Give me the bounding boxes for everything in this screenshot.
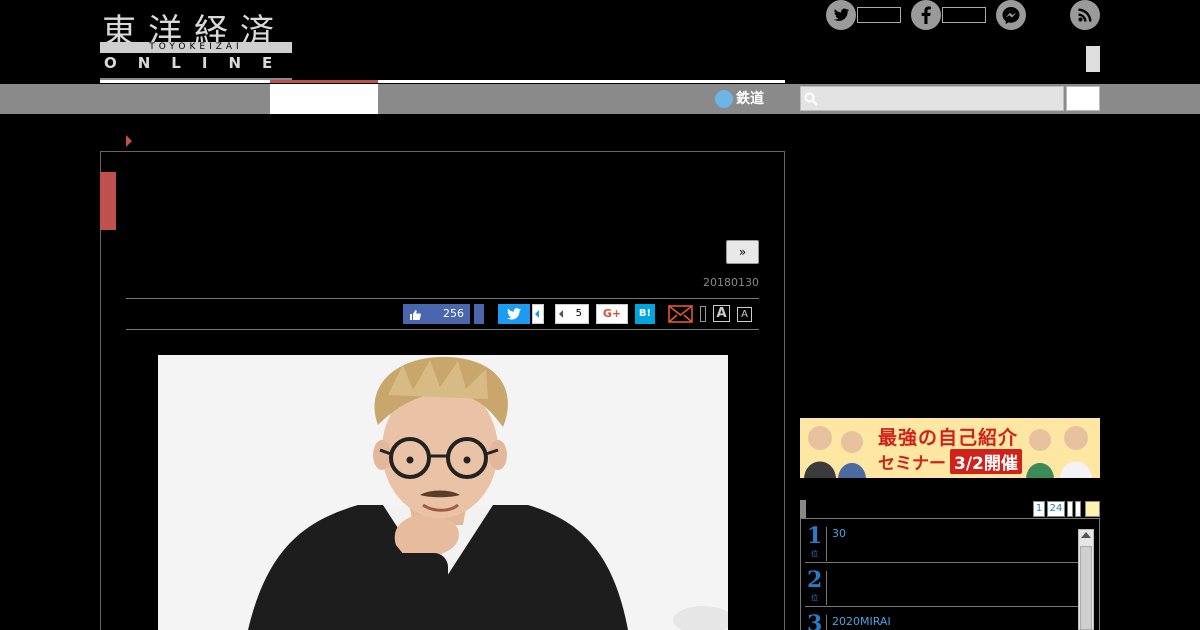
facebook-like-button[interactable]: 256 <box>403 304 470 324</box>
scroll-up-icon[interactable] <box>1081 532 1091 538</box>
twitter-icon[interactable] <box>826 0 856 30</box>
twitter-follow-count <box>857 7 901 23</box>
ranking-tab-3[interactable] <box>1067 501 1073 517</box>
ranking-item[interactable]: 2 位 <box>805 563 1078 607</box>
nav-tab-railway-label: 鉄道 <box>736 91 764 107</box>
font-size-small-button[interactable]: A <box>737 307 752 322</box>
seminar-banner[interactable]: 最強の自己紹介 セミナー 3/2開催 <box>800 418 1100 478</box>
nav-active-accent <box>270 80 378 83</box>
search-input[interactable] <box>800 86 1064 111</box>
ranking-number: 2 <box>807 567 823 593</box>
like-count: 256 <box>443 307 464 320</box>
ranking-number: 1 <box>807 523 823 549</box>
nav-tab-railway[interactable]: 鉄道 <box>715 84 764 114</box>
scrollbar-thumb[interactable] <box>1080 546 1092 630</box>
ranking-title: 2020MIRAI <box>832 615 891 628</box>
header-menu-button[interactable] <box>1086 46 1100 72</box>
ranking-tab-1[interactable]: 1 <box>1033 501 1045 517</box>
article-photo <box>158 355 728 630</box>
article-date: 20180130 <box>703 276 759 289</box>
tweet-button[interactable] <box>498 304 530 324</box>
ranking-divider <box>826 571 827 605</box>
banner-headline: 最強の自己紹介 <box>878 427 1019 449</box>
next-page-button[interactable]: » <box>726 240 759 264</box>
twitter-bird-icon <box>507 308 521 320</box>
nav-top-line <box>100 80 785 83</box>
google-plus-button[interactable]: G+ <box>596 304 628 324</box>
banner-date: 3/2開催 <box>950 449 1022 474</box>
ranking-header-mark <box>800 500 806 518</box>
messenger-icon[interactable] <box>996 0 1026 30</box>
ranking-unit: 位 <box>811 550 818 558</box>
facebook-follow-count <box>942 7 986 23</box>
font-size-large-button[interactable]: A <box>713 305 730 322</box>
ranking-divider <box>826 527 827 561</box>
ranking-item[interactable]: 3 位 2020MIRAI <box>805 607 1078 630</box>
ranking-unit: 位 <box>811 594 818 602</box>
logo-online: ONLINE <box>104 54 294 72</box>
rss-icon[interactable] <box>1070 0 1100 30</box>
logo-romaji: TOYOKEIZAI <box>100 42 292 53</box>
site-logo[interactable]: 東洋経済 TOYOKEIZAI ONLINE <box>100 6 294 72</box>
share-divider-bottom <box>126 329 759 330</box>
facebook-icon[interactable] <box>911 0 941 30</box>
ranking-divider <box>826 615 827 630</box>
train-icon <box>715 90 733 108</box>
search-button[interactable] <box>1066 86 1100 111</box>
banner-subline: セミナー 3/2開催 <box>878 449 1022 474</box>
ranking-title: 30 <box>832 527 846 540</box>
share-divider-top <box>126 298 759 299</box>
mail-icon[interactable] <box>668 305 693 323</box>
tweet-count <box>532 304 544 324</box>
ranking-item[interactable]: 1 位 30 <box>805 519 1078 563</box>
print-button[interactable] <box>700 306 706 322</box>
ranking-tab-5[interactable] <box>1085 501 1100 517</box>
ranking-tab-2[interactable]: 24 <box>1047 501 1065 517</box>
nav-tab-active[interactable] <box>270 84 378 114</box>
search-icon <box>804 92 818 106</box>
facebook-share-button[interactable] <box>474 304 484 324</box>
hatena-bookmark-button[interactable]: B! <box>635 304 655 324</box>
ranking-tab-4[interactable] <box>1075 501 1081 517</box>
breadcrumb-arrow-icon <box>126 135 132 147</box>
thumbs-up-icon <box>409 307 421 327</box>
title-accent-mark <box>100 172 116 230</box>
pocket-count: 5 <box>555 304 589 324</box>
banner-sub-label: セミナー <box>878 454 946 474</box>
ranking-number: 3 <box>807 611 823 630</box>
